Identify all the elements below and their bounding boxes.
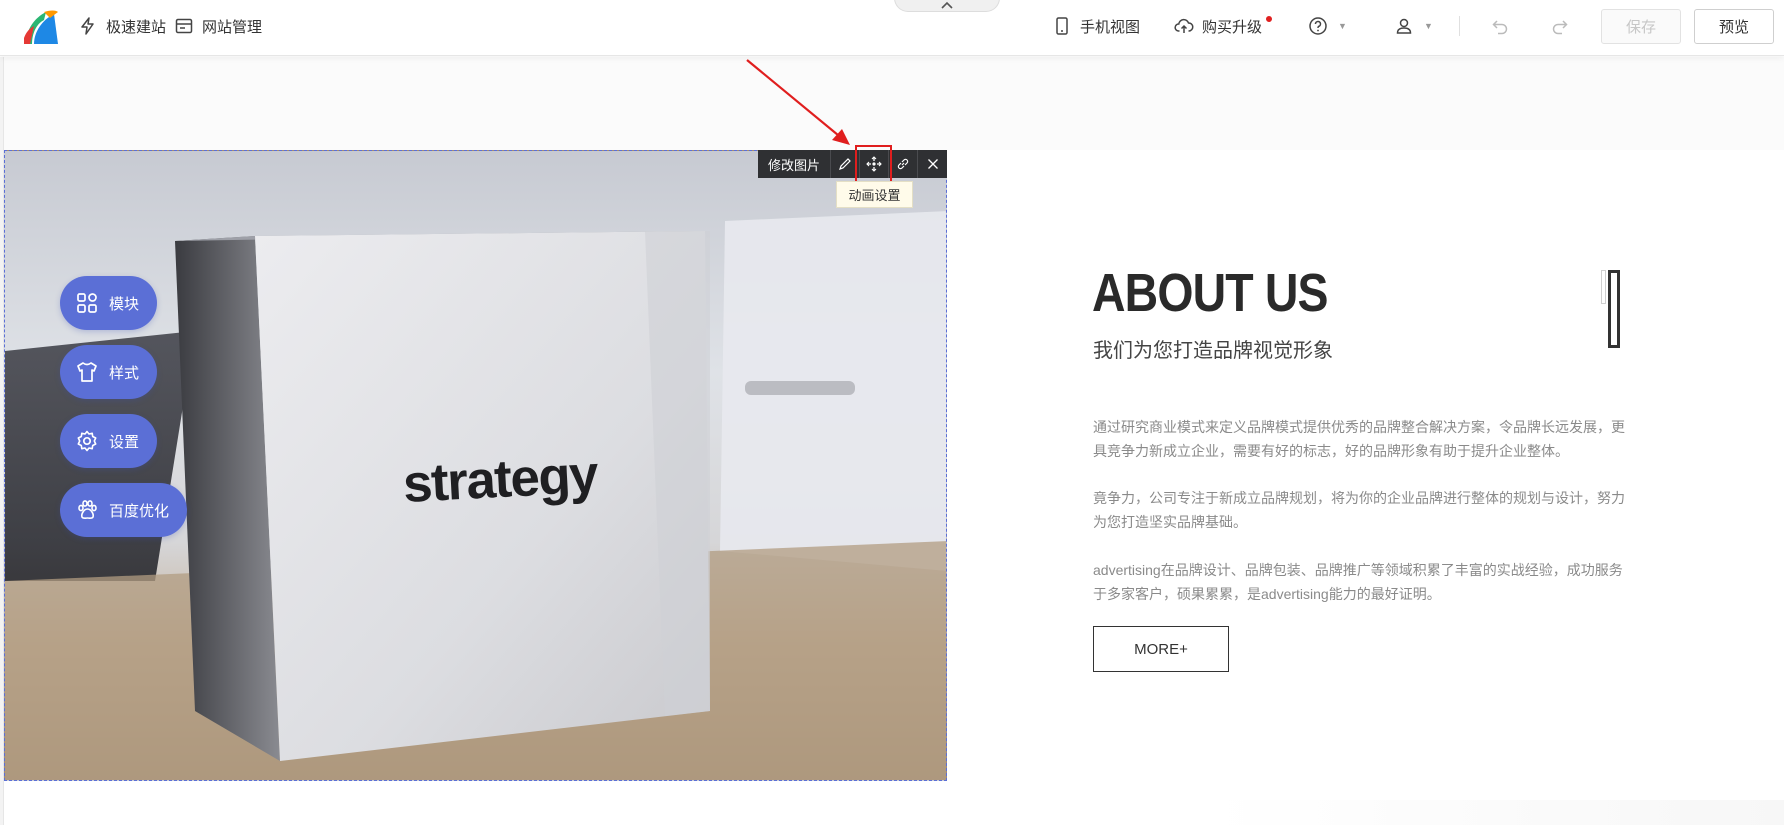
side-menu-modules[interactable]: 模块 [60,276,158,330]
grid-icon [77,293,97,313]
about-subtitle: 我们为您打造品牌视觉形象 [1093,340,1333,362]
toolbar-divider [1459,16,1460,36]
side-menu-label: 样式 [109,364,140,382]
undo-button[interactable] [1490,0,1510,52]
mobile-view-label: 手机视图 [1080,18,1141,36]
site-manage-label: 网站管理 [202,18,263,36]
about-paragraph: advertising在品牌设计、品牌包装、品牌推广等领域积累了丰富的实战经验，… [1093,562,1623,602]
redo-button[interactable] [1550,0,1570,52]
more-button[interactable]: MORE+ [1093,626,1229,672]
redo-icon [1552,20,1568,35]
close-icon [927,159,938,169]
side-menu-label: 模块 [109,295,140,313]
quick-build-button[interactable]: 极速建站 [78,0,166,52]
box-text: strategy [401,444,599,515]
about-paragraph: 竟争力，公司专注于新成立品牌规划，将为你的企业品牌进行整体的规划与设计，努力为您… [1093,490,1625,530]
account-button[interactable]: ▼ [1394,0,1433,52]
about-image[interactable]: strategy [4,150,947,781]
decorative-bar [1601,270,1606,304]
upgrade-label: 购买升级 [1202,18,1263,36]
red-arrow-icon [746,59,850,145]
quick-build-label: 极速建站 [106,18,167,36]
bottom-fade [1210,800,1784,825]
paw-icon [78,500,97,520]
side-menu-settings[interactable]: 设置 [60,414,158,468]
side-menu-baidu-seo[interactable]: 百度优化 [60,483,188,537]
lightning-icon [81,17,94,35]
link-button[interactable] [889,150,919,178]
top-toolbar: 极速建站 网站管理 手机视图 购买升级 ▼ ▼ 保存 预览 [0,0,1784,56]
caret-down-icon: ▼ [1424,21,1433,31]
cloud-upload-icon [1174,18,1194,33]
image-edit-toolbar: 修改图片 [758,150,948,178]
close-button[interactable] [918,150,947,178]
mobile-view-button[interactable]: 手机视图 [1052,0,1140,52]
phone-icon [1056,17,1068,35]
preview-button[interactable]: 预览 [1694,9,1774,44]
shirt-icon [77,362,97,382]
edit-image-button[interactable]: 修改图片 [758,150,832,178]
caret-down-icon: ▼ [1338,21,1347,31]
canvas-top-band [4,57,1784,150]
logo-icon [24,10,58,44]
help-button[interactable]: ▼ [1308,0,1347,52]
save-button[interactable]: 保存 [1601,9,1681,44]
highlight-box [855,145,892,183]
upgrade-button[interactable]: 购买升级 [1174,0,1262,52]
side-menu-label: 设置 [109,433,140,451]
help-icon [1309,17,1327,35]
about-title: ABOUT US [1092,263,1329,323]
chevron-up-icon [941,1,953,9]
gear-icon [77,430,97,452]
collapse-toolbar-tab[interactable] [894,0,1000,12]
side-menu-styles[interactable]: 样式 [60,345,158,399]
site-manage-button[interactable]: 网站管理 [174,0,262,52]
pencil-icon [839,158,851,170]
decorative-frame [1608,270,1620,348]
animation-tooltip: 动画设置 [836,181,913,208]
about-paragraph: 通过研究商业模式来定义品牌模式提供优秀的品牌整合解决方案，令品牌长远发展，更具竞… [1093,419,1625,459]
undo-icon [1492,20,1508,35]
user-icon [1396,18,1412,34]
side-menu-label: 百度优化 [109,502,170,520]
notification-dot [1266,16,1272,22]
site-manage-icon [175,18,193,34]
link-icon [897,158,909,170]
